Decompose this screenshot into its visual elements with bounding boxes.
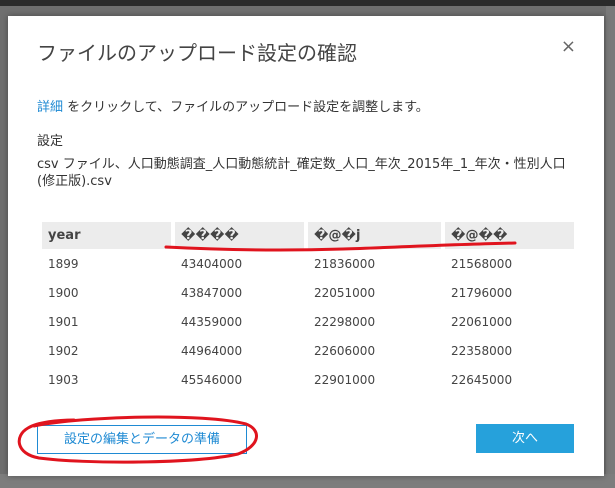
app-header-bar <box>0 0 615 6</box>
backdrop-bottom <box>0 474 615 488</box>
table-cell: 21796000 <box>451 285 513 300</box>
table-cell: 22051000 <box>314 285 376 300</box>
column-header-total: ���� <box>175 222 304 249</box>
table-row: 1901 44359000 22298000 22061000 <box>42 307 574 336</box>
settings-value: csv ファイル、人口動態調査_人口動態統計_確定数_人口_年次_2015年_1… <box>37 157 566 189</box>
close-icon[interactable]: × <box>561 38 576 56</box>
table-row: 1900 43847000 22051000 21796000 <box>42 278 574 307</box>
table-cell: 22061000 <box>451 314 513 329</box>
column-header-year: year <box>42 222 171 249</box>
table-cell: 43847000 <box>181 285 243 300</box>
column-header-male: �@�j <box>308 222 441 249</box>
table-cell: 1903 <box>48 372 79 387</box>
table-cell: 22298000 <box>314 314 376 329</box>
table-row: 1899 43404000 21836000 21568000 <box>42 249 574 278</box>
settings-label: 設定 <box>37 134 64 149</box>
details-link[interactable]: 詳細 <box>37 100 63 115</box>
table-cell: 45546000 <box>181 372 243 387</box>
table-cell: 44359000 <box>181 314 243 329</box>
table-cell: 22358000 <box>451 343 513 358</box>
table-row: 1902 44964000 22606000 22358000 <box>42 336 574 365</box>
table-cell: 1901 <box>48 314 79 329</box>
table-header-row: year ���� �@�j �@�� <box>42 222 574 249</box>
upload-settings-dialog: ファイルのアップロード設定の確認 × 詳細 をクリックして、ファイルのアップロー… <box>8 16 604 476</box>
table-cell: 22901000 <box>314 372 376 387</box>
table-cell: 21568000 <box>451 256 513 271</box>
edit-settings-button[interactable]: 設定の編集とデータの準備 <box>37 425 247 454</box>
table-cell: 44964000 <box>181 343 243 358</box>
instruction-line: 詳細 をクリックして、ファイルのアップロード設定を調整します。 <box>37 96 429 115</box>
table-cell: 43404000 <box>181 256 243 271</box>
preview-table: year ���� �@�j �@�� 1899 43404000 218360… <box>38 222 578 394</box>
instruction-text: をクリックして、ファイルのアップロード設定を調整します。 <box>63 100 429 115</box>
dialog-title: ファイルのアップロード設定の確認 <box>37 41 357 65</box>
backdrop-edge <box>606 6 615 488</box>
next-button[interactable]: 次へ <box>476 424 574 453</box>
table-cell: 22645000 <box>451 372 513 387</box>
table-row: 1903 45546000 22901000 22645000 <box>42 365 574 394</box>
table-cell: 21836000 <box>314 256 376 271</box>
table-cell: 1900 <box>48 285 79 300</box>
column-header-female: �@�� <box>445 222 574 249</box>
table-cell: 22606000 <box>314 343 376 358</box>
table-cell: 1899 <box>48 256 79 271</box>
table-cell: 1902 <box>48 343 79 358</box>
